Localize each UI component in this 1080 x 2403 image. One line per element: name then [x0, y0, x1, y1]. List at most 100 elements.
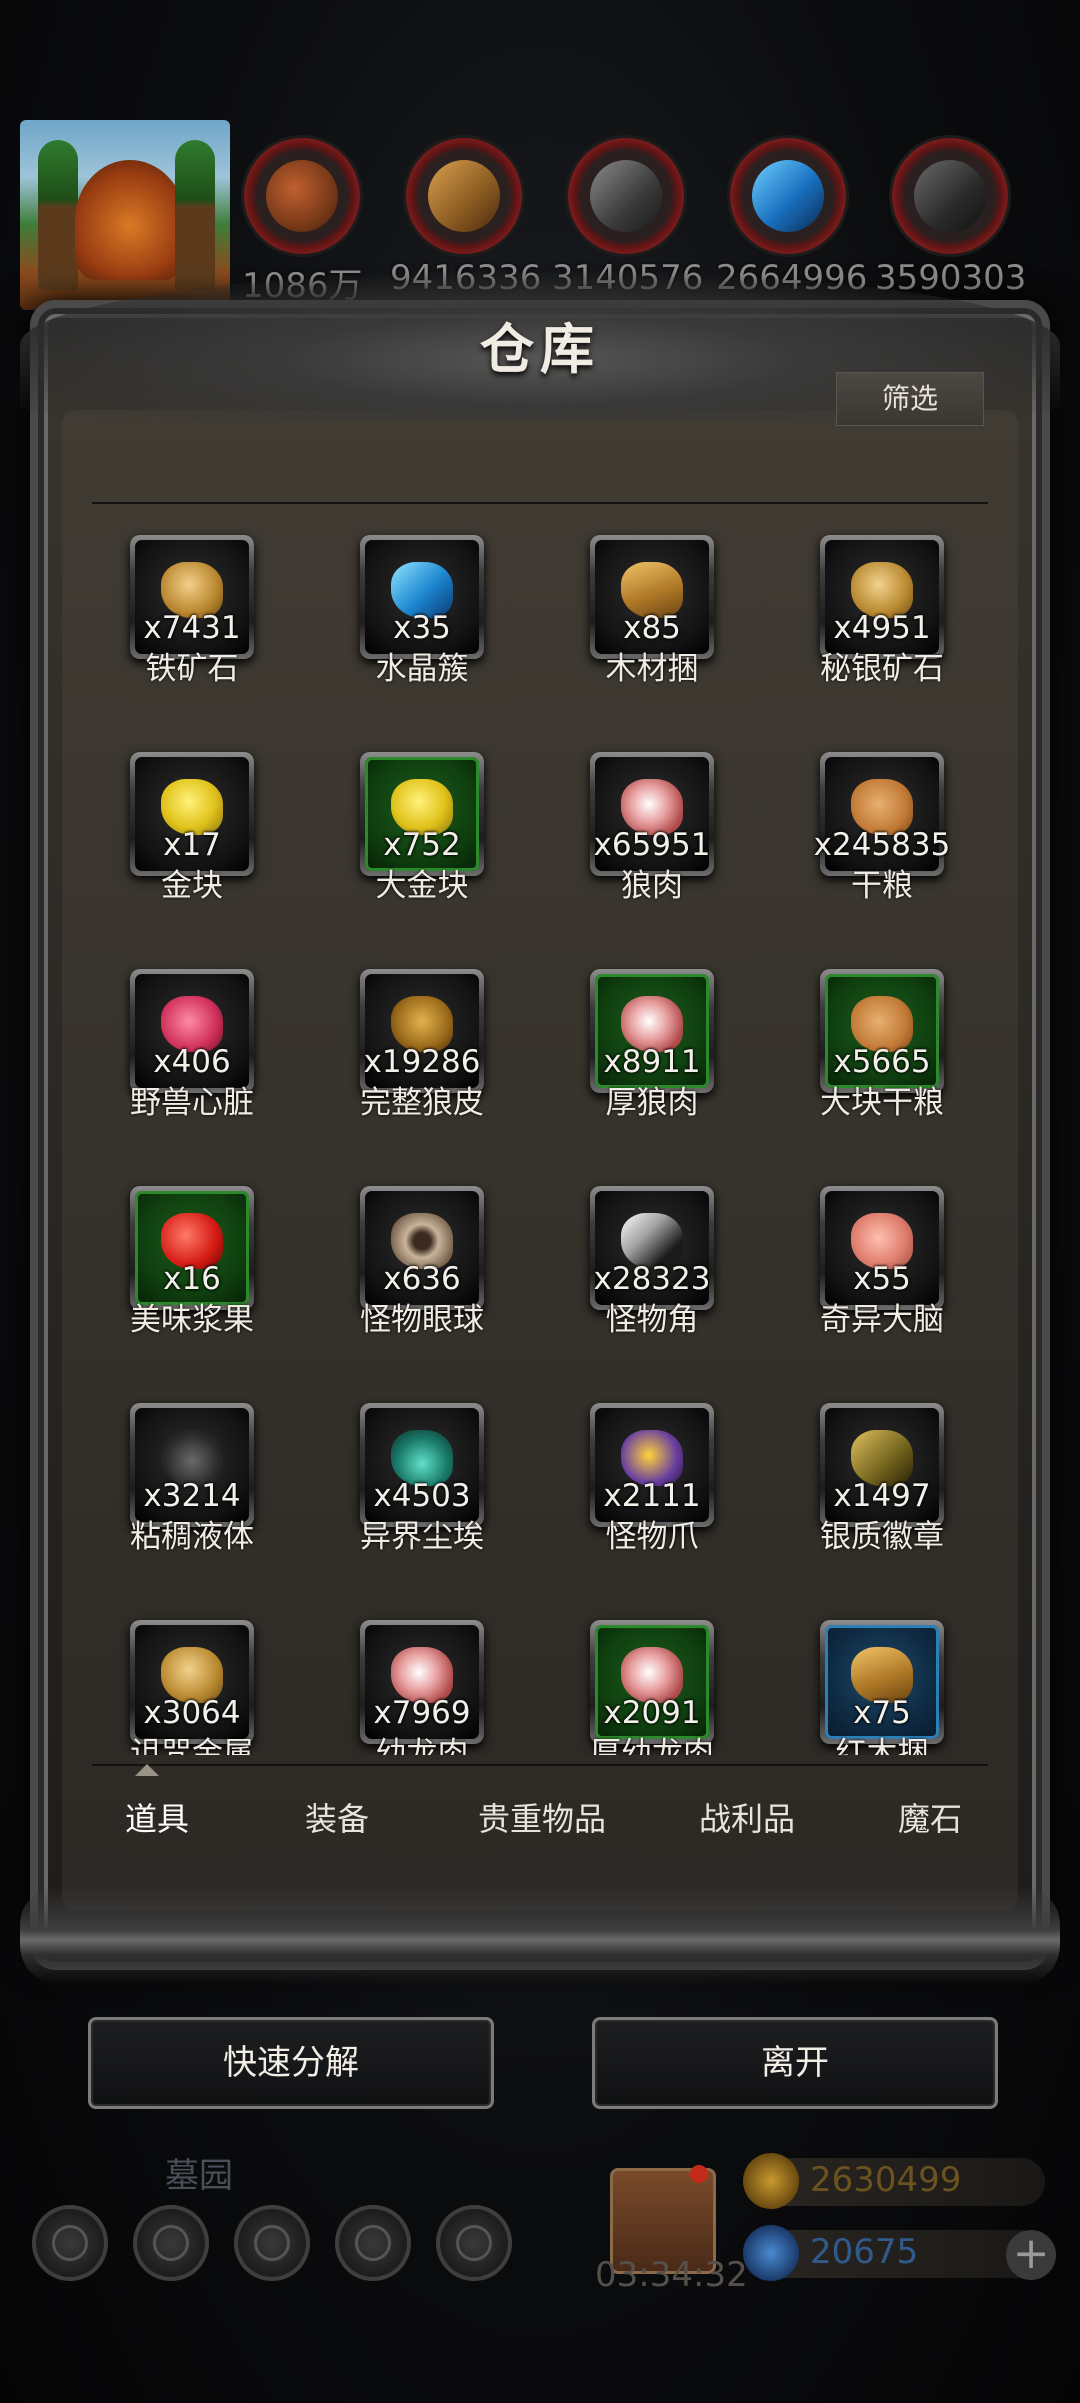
item-quantity: x35: [393, 610, 451, 646]
panel-ornament-bottom: [20, 1885, 1060, 1985]
item-name: 野兽心脏: [130, 1085, 254, 1121]
item-quantity: x65951: [593, 827, 711, 863]
item-cell[interactable]: x752 大金块: [322, 727, 522, 904]
item-name: 银质徽章: [820, 1519, 944, 1555]
item-quantity: x752: [383, 827, 461, 863]
item-name: 幼龙肉: [375, 1736, 469, 1755]
item-cell[interactable]: x4951 秘银矿石: [782, 510, 982, 687]
item-cell[interactable]: x1497 银质徽章: [782, 1378, 982, 1555]
map-icon[interactable]: [335, 2205, 411, 2281]
item-cell[interactable]: x636 怪物眼球: [322, 1161, 522, 1338]
palm-tree-icon: [175, 140, 215, 290]
item-quantity: x4951: [833, 610, 931, 646]
item-quantity: x7431: [143, 610, 241, 646]
item-cell[interactable]: x7431 铁矿石: [92, 510, 292, 687]
tab-loot[interactable]: 战利品: [672, 1774, 822, 1864]
item-cell[interactable]: x4503 异界尘埃: [322, 1378, 522, 1555]
item-quantity: x85: [623, 610, 681, 646]
item-quantity: x17: [163, 827, 221, 863]
item-cell[interactable]: x16 美味浆果: [92, 1161, 292, 1338]
item-cell[interactable]: x7969 幼龙肉: [322, 1595, 522, 1755]
settings-icon[interactable]: [32, 2205, 108, 2281]
item-quantity: x3214: [143, 1478, 241, 1514]
item-cell[interactable]: x65951 狼肉: [552, 727, 752, 904]
item-quantity: x636: [383, 1261, 461, 1297]
divider: [92, 1764, 988, 1766]
item-name: 怪物眼球: [360, 1302, 484, 1338]
item-cell[interactable]: x17 金块: [92, 727, 292, 904]
item-quantity: x8911: [603, 1044, 701, 1080]
item-cell[interactable]: x28323 怪物角: [552, 1161, 752, 1338]
item-cell[interactable]: x35 水晶簇: [322, 510, 522, 687]
quick-decompose-button[interactable]: 快速分解: [88, 2017, 494, 2109]
base-thumbnail[interactable]: [20, 120, 230, 310]
item-cell[interactable]: x3064 诅咒金属: [92, 1595, 292, 1755]
tab-items[interactable]: 道具: [92, 1774, 222, 1864]
iron-resource-icon: [568, 138, 684, 254]
item-name: 粘稠液体: [130, 1519, 254, 1555]
gift-timer: 03:34:32: [595, 2255, 748, 2295]
item-name: 异界尘埃: [360, 1519, 484, 1555]
item-name: 干粮: [851, 868, 913, 904]
item-quantity: x19286: [363, 1044, 481, 1080]
item-cell[interactable]: x75 红木捆: [782, 1595, 982, 1755]
item-cell[interactable]: x5665 大块干粮: [782, 944, 982, 1121]
item-name: 木材捆: [605, 651, 699, 687]
tab-valuables[interactable]: 贵重物品: [447, 1774, 637, 1864]
item-cell[interactable]: x19286 完整狼皮: [322, 944, 522, 1121]
tab-magic-stones[interactable]: 魔石: [872, 1774, 988, 1864]
item-quantity: x5665: [833, 1044, 931, 1080]
hut-icon: [75, 160, 185, 280]
item-quantity: x16: [163, 1261, 221, 1297]
item-name: 美味浆果: [130, 1302, 254, 1338]
stone-resource-icon: [892, 138, 1008, 254]
palm-tree-icon: [38, 140, 78, 290]
filter-button[interactable]: 筛选: [836, 372, 984, 426]
skills-icon[interactable]: [234, 2205, 310, 2281]
item-name: 怪物爪: [605, 1519, 699, 1555]
gem-value: 20675: [810, 2232, 919, 2272]
item-name: 水晶簇: [375, 651, 469, 687]
item-cell[interactable]: x2091 厚幼龙肉: [552, 1595, 752, 1755]
item-name: 秘银矿石: [820, 651, 944, 687]
item-cell[interactable]: x3214 粘稠液体: [92, 1378, 292, 1555]
add-currency-button[interactable]: +: [1006, 2230, 1056, 2280]
item-grid[interactable]: x7431 铁矿石 x35 水晶簇 x85 木材捆 x4951 秘银矿石 x17 金块 x752 大金…: [92, 510, 988, 1755]
item-cell[interactable]: x8911 厚狼肉: [552, 944, 752, 1121]
gold-coin-icon: [743, 2153, 799, 2209]
item-quantity: x7969: [373, 1695, 471, 1731]
item-cell[interactable]: x85 木材捆: [552, 510, 752, 687]
location-label: 墓园: [165, 2156, 233, 2196]
bag-icon[interactable]: [436, 2205, 512, 2281]
item-quantity: x75: [853, 1695, 911, 1731]
item-name: 诅咒金属: [130, 1736, 254, 1755]
item-name: 怪物角: [605, 1302, 699, 1338]
item-cell[interactable]: x245835 干粮: [782, 727, 982, 904]
wood-resource-icon: [406, 138, 522, 254]
item-name: 奇异大脑: [820, 1302, 944, 1338]
item-name: 铁矿石: [145, 651, 239, 687]
item-quantity: x1497: [833, 1478, 931, 1514]
meat-resource-icon: [244, 138, 360, 254]
item-quantity: x28323: [593, 1261, 711, 1297]
item-cell[interactable]: x406 野兽心脏: [92, 944, 292, 1121]
leave-button[interactable]: 离开: [592, 2017, 998, 2109]
item-quantity: x55: [853, 1261, 911, 1297]
notification-dot: [690, 2165, 708, 2183]
item-name: 厚狼肉: [605, 1085, 699, 1121]
item-name: 大金块: [375, 868, 469, 904]
category-tabs: 道具 装备 贵重物品 战利品 魔石: [92, 1774, 988, 1864]
item-cell[interactable]: x55 奇异大脑: [782, 1161, 982, 1338]
item-quantity: x406: [153, 1044, 231, 1080]
tab-equipment[interactable]: 装备: [272, 1774, 402, 1864]
item-quantity: x245835: [813, 827, 951, 863]
item-name: 红木捆: [835, 1736, 929, 1755]
item-name: 大块干粮: [820, 1085, 944, 1121]
item-name: 狼肉: [621, 868, 683, 904]
character-icon[interactable]: [133, 2205, 209, 2281]
item-cell[interactable]: x2111 怪物爪: [552, 1378, 752, 1555]
item-quantity: x2091: [603, 1695, 701, 1731]
item-quantity: x2111: [603, 1478, 701, 1514]
item-quantity: x3064: [143, 1695, 241, 1731]
gold-value: 2630499: [810, 2160, 962, 2200]
